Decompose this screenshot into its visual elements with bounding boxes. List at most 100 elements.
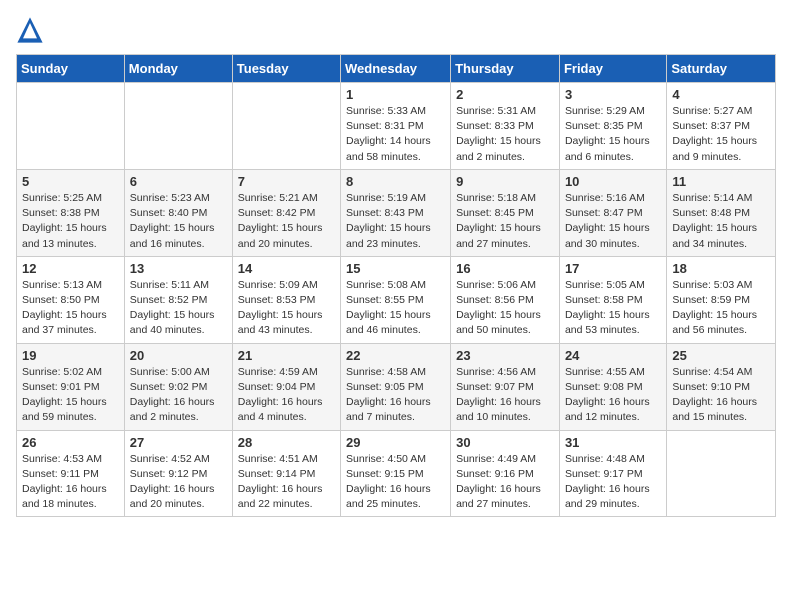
- day-info: Sunrise: 4:52 AM Sunset: 9:12 PM Dayligh…: [130, 452, 227, 513]
- day-number: 29: [346, 435, 445, 450]
- page-header: [16, 16, 776, 44]
- calendar-week-row: 26Sunrise: 4:53 AM Sunset: 9:11 PM Dayli…: [17, 430, 776, 517]
- calendar-week-row: 19 Sunrise: 5:02 AM Sunset: 9:01 PM Dayli…: [17, 343, 776, 430]
- day-number: 27: [130, 435, 227, 450]
- day-info: Sunrise: 4:59 AM Sunset: 9:04 PM Dayligh…: [238, 365, 335, 426]
- day-number: 2: [456, 87, 554, 102]
- day-number: 14: [238, 261, 335, 276]
- day-info: Sunrise: 5:33 AM Sunset: 8:31 PM Dayligh…: [346, 104, 445, 165]
- day-info: Sunrise: 4:51 AM Sunset: 9:14 PM Dayligh…: [238, 452, 335, 513]
- day-info: Sunrise: 5:23 AM Sunset: 8:40 PM Dayligh…: [130, 191, 227, 252]
- calendar-header-thursday: Thursday: [451, 55, 560, 83]
- day-info: Sunrise: 4:58 AM Sunset: 9:05 PM Dayligh…: [346, 365, 445, 426]
- calendar-cell: 11 Sunrise: 5:14 AM Sunset: 8:48 PM Dayli…: [667, 169, 776, 256]
- day-number: 11: [672, 174, 770, 189]
- calendar-header-friday: Friday: [559, 55, 666, 83]
- calendar-header-row: SundayMondayTuesdayWednesdayThursdayFrid…: [17, 55, 776, 83]
- logo-icon: [16, 16, 44, 44]
- calendar-cell: 17 Sunrise: 5:05 AM Sunset: 8:58 PM Dayli…: [559, 256, 666, 343]
- day-info: Sunrise: 5:25 AM Sunset: 8:38 PM Dayligh…: [22, 191, 119, 252]
- day-number: 24: [565, 348, 661, 363]
- calendar-cell: 22 Sunrise: 4:58 AM Sunset: 9:05 PM Dayli…: [341, 343, 451, 430]
- day-number: 25: [672, 348, 770, 363]
- day-number: 10: [565, 174, 661, 189]
- calendar-cell: 13 Sunrise: 5:11 AM Sunset: 8:52 PM Dayli…: [124, 256, 232, 343]
- calendar-cell: 8 Sunrise: 5:19 AM Sunset: 8:43 PM Daylig…: [341, 169, 451, 256]
- day-info: Sunrise: 5:31 AM Sunset: 8:33 PM Dayligh…: [456, 104, 554, 165]
- day-number: 30: [456, 435, 554, 450]
- day-info: Sunrise: 5:08 AM Sunset: 8:55 PM Dayligh…: [346, 278, 445, 339]
- day-number: 22: [346, 348, 445, 363]
- calendar-cell: 7Sunrise: 5:21 AM Sunset: 8:42 PM Daylig…: [232, 169, 340, 256]
- day-number: 15: [346, 261, 445, 276]
- day-info: Sunrise: 5:14 AM Sunset: 8:48 PM Dayligh…: [672, 191, 770, 252]
- calendar-cell: 20Sunrise: 5:00 AM Sunset: 9:02 PM Dayli…: [124, 343, 232, 430]
- day-info: Sunrise: 5:03 AM Sunset: 8:59 PM Dayligh…: [672, 278, 770, 339]
- day-number: 5: [22, 174, 119, 189]
- calendar-cell: [17, 83, 125, 170]
- day-number: 3: [565, 87, 661, 102]
- calendar-cell: 21 Sunrise: 4:59 AM Sunset: 9:04 PM Dayli…: [232, 343, 340, 430]
- calendar-cell: [667, 430, 776, 517]
- day-info: Sunrise: 5:18 AM Sunset: 8:45 PM Dayligh…: [456, 191, 554, 252]
- calendar-header-wednesday: Wednesday: [341, 55, 451, 83]
- logo: [16, 16, 48, 44]
- day-info: Sunrise: 4:54 AM Sunset: 9:10 PM Dayligh…: [672, 365, 770, 426]
- day-info: Sunrise: 5:29 AM Sunset: 8:35 PM Dayligh…: [565, 104, 661, 165]
- calendar-cell: 26Sunrise: 4:53 AM Sunset: 9:11 PM Dayli…: [17, 430, 125, 517]
- day-info: Sunrise: 5:21 AM Sunset: 8:42 PM Dayligh…: [238, 191, 335, 252]
- calendar-cell: 30 Sunrise: 4:49 AM Sunset: 9:16 PM Dayli…: [451, 430, 560, 517]
- calendar-cell: 3 Sunrise: 5:29 AM Sunset: 8:35 PM Daylig…: [559, 83, 666, 170]
- calendar-week-row: 1 Sunrise: 5:33 AM Sunset: 8:31 PM Daylig…: [17, 83, 776, 170]
- calendar-cell: 16Sunrise: 5:06 AM Sunset: 8:56 PM Dayli…: [451, 256, 560, 343]
- day-info: Sunrise: 5:09 AM Sunset: 8:53 PM Dayligh…: [238, 278, 335, 339]
- calendar-cell: 25 Sunrise: 4:54 AM Sunset: 9:10 PM Dayli…: [667, 343, 776, 430]
- calendar-cell: 27 Sunrise: 4:52 AM Sunset: 9:12 PM Dayli…: [124, 430, 232, 517]
- calendar-cell: 19 Sunrise: 5:02 AM Sunset: 9:01 PM Dayli…: [17, 343, 125, 430]
- day-info: Sunrise: 4:56 AM Sunset: 9:07 PM Dayligh…: [456, 365, 554, 426]
- day-number: 13: [130, 261, 227, 276]
- day-number: 17: [565, 261, 661, 276]
- day-number: 19: [22, 348, 119, 363]
- calendar-cell: 23 Sunrise: 4:56 AM Sunset: 9:07 PM Dayli…: [451, 343, 560, 430]
- calendar-table: SundayMondayTuesdayWednesdayThursdayFrid…: [16, 54, 776, 517]
- day-number: 1: [346, 87, 445, 102]
- calendar-week-row: 12 Sunrise: 5:13 AM Sunset: 8:50 PM Dayli…: [17, 256, 776, 343]
- calendar-cell: 10 Sunrise: 5:16 AM Sunset: 8:47 PM Dayli…: [559, 169, 666, 256]
- calendar-cell: [232, 83, 340, 170]
- calendar-cell: 1 Sunrise: 5:33 AM Sunset: 8:31 PM Daylig…: [341, 83, 451, 170]
- day-number: 4: [672, 87, 770, 102]
- day-number: 31: [565, 435, 661, 450]
- calendar-cell: 24 Sunrise: 4:55 AM Sunset: 9:08 PM Dayli…: [559, 343, 666, 430]
- day-number: 8: [346, 174, 445, 189]
- day-info: Sunrise: 5:00 AM Sunset: 9:02 PM Dayligh…: [130, 365, 227, 426]
- calendar-cell: 31 Sunrise: 4:48 AM Sunset: 9:17 PM Dayli…: [559, 430, 666, 517]
- day-info: Sunrise: 5:06 AM Sunset: 8:56 PM Dayligh…: [456, 278, 554, 339]
- day-info: Sunrise: 4:55 AM Sunset: 9:08 PM Dayligh…: [565, 365, 661, 426]
- day-info: Sunrise: 5:19 AM Sunset: 8:43 PM Dayligh…: [346, 191, 445, 252]
- day-info: Sunrise: 5:13 AM Sunset: 8:50 PM Dayligh…: [22, 278, 119, 339]
- calendar-cell: 2 Sunrise: 5:31 AM Sunset: 8:33 PM Daylig…: [451, 83, 560, 170]
- calendar-week-row: 5 Sunrise: 5:25 AM Sunset: 8:38 PM Daylig…: [17, 169, 776, 256]
- day-info: Sunrise: 5:05 AM Sunset: 8:58 PM Dayligh…: [565, 278, 661, 339]
- day-info: Sunrise: 5:02 AM Sunset: 9:01 PM Dayligh…: [22, 365, 119, 426]
- day-number: 21: [238, 348, 335, 363]
- day-number: 12: [22, 261, 119, 276]
- day-number: 26: [22, 435, 119, 450]
- day-number: 6: [130, 174, 227, 189]
- day-info: Sunrise: 4:49 AM Sunset: 9:16 PM Dayligh…: [456, 452, 554, 513]
- calendar-cell: 14 Sunrise: 5:09 AM Sunset: 8:53 PM Dayli…: [232, 256, 340, 343]
- day-number: 18: [672, 261, 770, 276]
- calendar-cell: 5 Sunrise: 5:25 AM Sunset: 8:38 PM Daylig…: [17, 169, 125, 256]
- calendar-cell: 4 Sunrise: 5:27 AM Sunset: 8:37 PM Daylig…: [667, 83, 776, 170]
- calendar-header-saturday: Saturday: [667, 55, 776, 83]
- day-info: Sunrise: 5:27 AM Sunset: 8:37 PM Dayligh…: [672, 104, 770, 165]
- day-info: Sunrise: 4:48 AM Sunset: 9:17 PM Dayligh…: [565, 452, 661, 513]
- day-info: Sunrise: 4:50 AM Sunset: 9:15 PM Dayligh…: [346, 452, 445, 513]
- calendar-cell: [124, 83, 232, 170]
- calendar-cell: 28Sunrise: 4:51 AM Sunset: 9:14 PM Dayli…: [232, 430, 340, 517]
- day-number: 23: [456, 348, 554, 363]
- day-info: Sunrise: 5:16 AM Sunset: 8:47 PM Dayligh…: [565, 191, 661, 252]
- calendar-cell: 9Sunrise: 5:18 AM Sunset: 8:45 PM Daylig…: [451, 169, 560, 256]
- day-info: Sunrise: 5:11 AM Sunset: 8:52 PM Dayligh…: [130, 278, 227, 339]
